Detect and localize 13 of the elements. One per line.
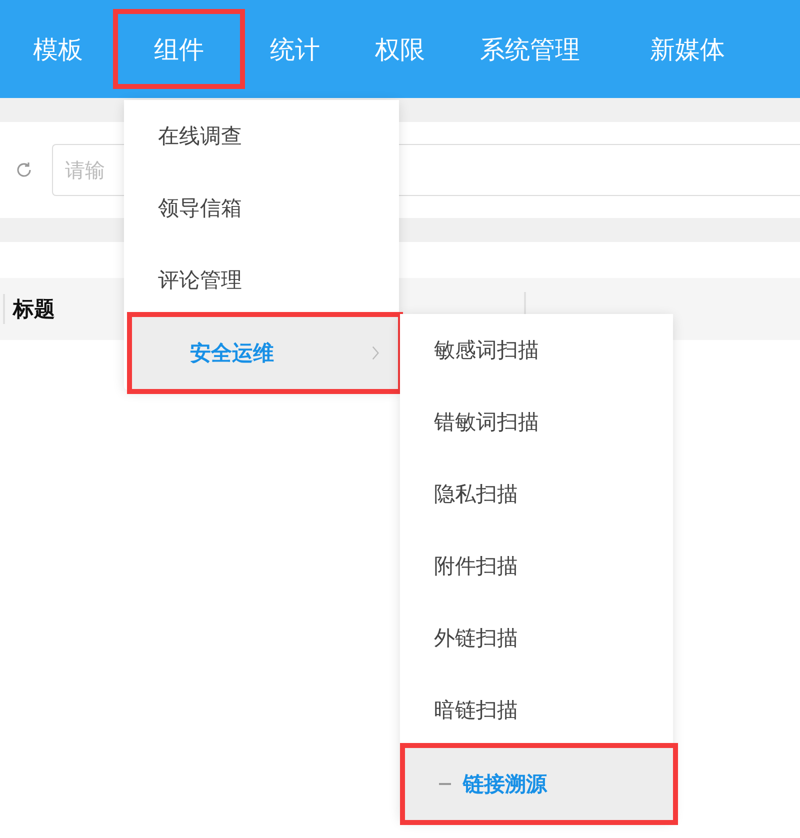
refresh-icon[interactable]: [14, 160, 34, 180]
chevron-right-icon: [371, 345, 380, 361]
menu-item[interactable]: 敏感词扫描: [400, 314, 673, 386]
menu-item[interactable]: 外链扫描: [400, 602, 673, 674]
menu-item[interactable]: 在线调查: [124, 100, 399, 172]
dash-icon: [439, 783, 451, 785]
menu-item[interactable]: 附件扫描: [400, 530, 673, 602]
column-header: 标题: [3, 294, 55, 324]
menu-item[interactable]: 隐私扫描: [400, 458, 673, 530]
menu-item[interactable]: 评论管理: [124, 244, 399, 316]
menu-item[interactable]: 领导信箱: [124, 172, 399, 244]
menu-item[interactable]: 暗链扫描: [400, 674, 673, 746]
menu-item[interactable]: 错敏词扫描: [400, 386, 673, 458]
